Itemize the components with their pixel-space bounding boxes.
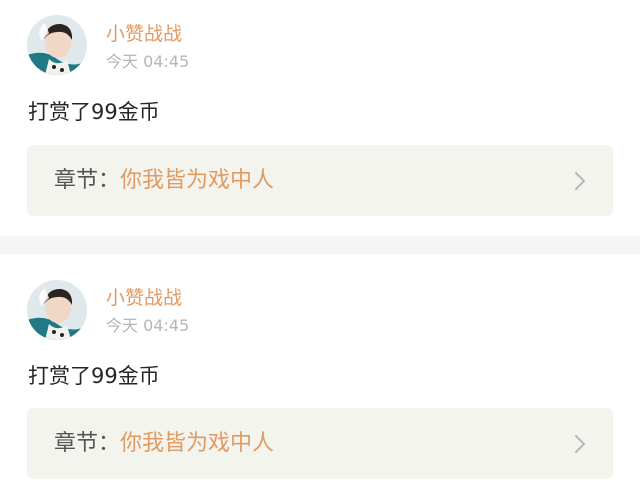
chapter-link[interactable]: 章节：你我皆为戏中人 — [27, 145, 613, 216]
chapter-title: 你我皆为戏中人 — [120, 168, 275, 193]
user-avatar[interactable] — [27, 15, 87, 75]
chapter-title: 你我皆为戏中人 — [120, 431, 275, 456]
reward-item: 小赞战战 今天 04:45 打赏了99金币 章节：你我皆为戏中人 — [0, 256, 640, 495]
reward-message: 打赏了99金币 — [28, 100, 160, 124]
chapter-text: 章节：你我皆为戏中人 — [54, 408, 274, 479]
timestamp: 今天 04:45 — [106, 316, 190, 335]
chevron-right-icon — [573, 170, 587, 192]
username[interactable]: 小赞战战 — [106, 286, 182, 310]
reward-message: 打赏了99金币 — [28, 364, 160, 388]
avatar-photo-icon — [27, 15, 87, 75]
section-separator — [0, 236, 640, 254]
username[interactable]: 小赞战战 — [106, 22, 182, 46]
avatar-photo-icon — [27, 280, 87, 340]
chevron-right-icon — [573, 433, 587, 455]
user-avatar[interactable] — [27, 280, 87, 340]
chapter-prefix: 章节： — [54, 431, 121, 456]
chapter-text: 章节：你我皆为戏中人 — [54, 145, 274, 216]
chapter-link[interactable]: 章节：你我皆为戏中人 — [27, 408, 613, 479]
timestamp: 今天 04:45 — [106, 52, 190, 71]
reward-feed: 小赞战战 今天 04:45 打赏了99金币 章节：你我皆为戏中人 小赞战战 今天… — [0, 0, 640, 495]
reward-item: 小赞战战 今天 04:45 打赏了99金币 章节：你我皆为戏中人 — [0, 0, 640, 232]
chapter-prefix: 章节： — [54, 168, 121, 193]
